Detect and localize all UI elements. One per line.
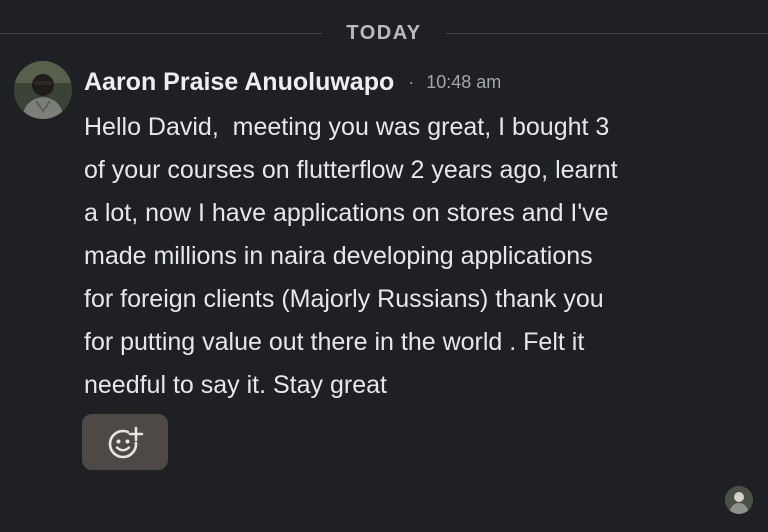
divider-line-left [0, 33, 322, 34]
divider-line-right [446, 33, 768, 34]
add-reaction-button[interactable] [82, 414, 168, 470]
message-line: needful to say it. Stay great [84, 371, 387, 399]
author-avatar[interactable] [14, 61, 72, 119]
header-separator: · [408, 71, 415, 92]
message-line: Hello David, meeting you was great, I bo… [84, 113, 610, 141]
message-body: Hello David, meeting you was great, I bo… [84, 106, 724, 407]
add-reaction-icon [108, 426, 144, 459]
date-divider: TODAY [0, 20, 768, 48]
date-divider-label: TODAY [346, 22, 422, 44]
message-header: Aaron Praise Anuoluwapo · 10:48 am [84, 64, 501, 100]
message-line: for foreign clients (Majorly Russians) t… [84, 285, 604, 313]
message-line: of your courses on flutterflow 2 years a… [84, 156, 618, 184]
avatar-photo-icon [14, 61, 72, 119]
seen-by-avatar[interactable] [725, 486, 753, 514]
message-timestamp[interactable]: 10:48 am [426, 72, 501, 93]
message-line: made millions in naira developing applic… [84, 242, 593, 270]
message-line: a lot, now I have applications on stores… [84, 199, 609, 227]
author-name[interactable]: Aaron Praise Anuoluwapo [84, 68, 394, 97]
message-line: for putting value out there in the world… [84, 328, 585, 356]
seen-avatar-icon [725, 486, 753, 514]
